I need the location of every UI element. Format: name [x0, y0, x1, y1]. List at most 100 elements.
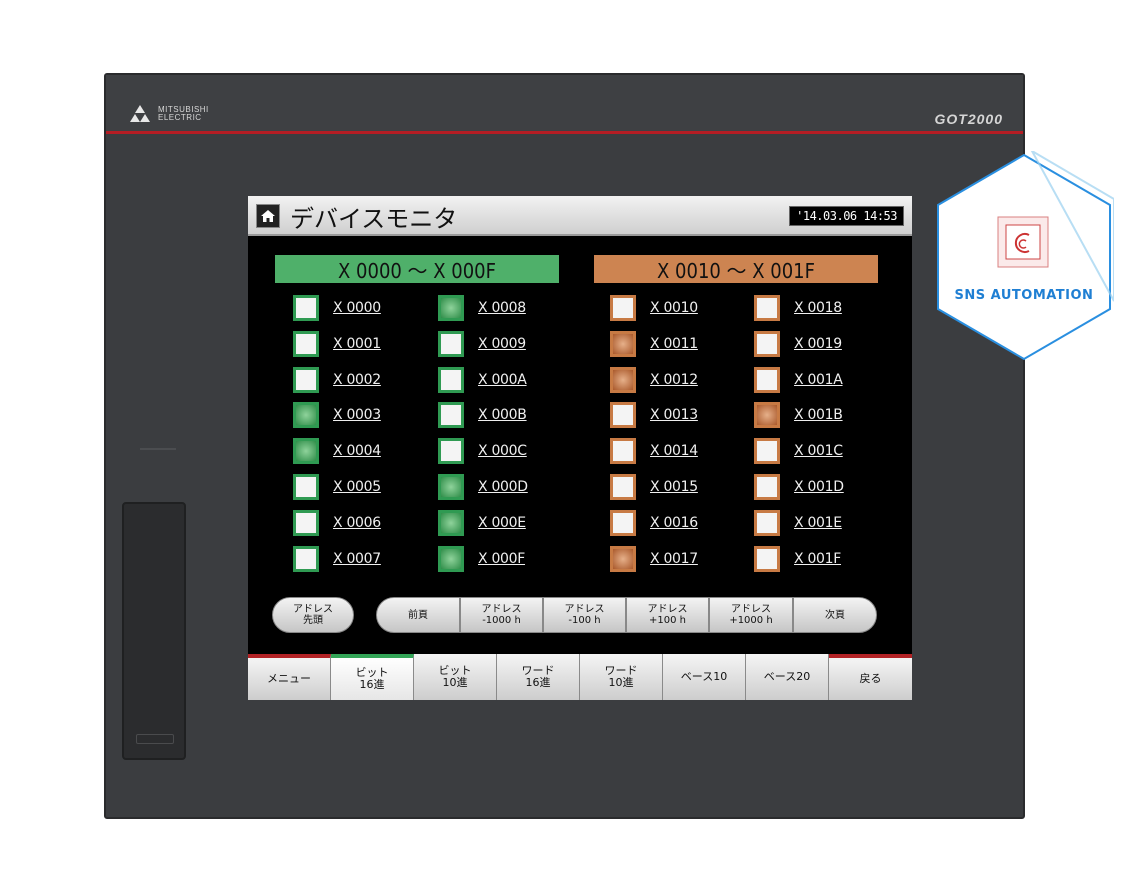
device-status-lamp[interactable]	[293, 546, 319, 572]
device-row[interactable]: X 0006	[293, 510, 381, 536]
device-address-label[interactable]: X 000B	[478, 407, 527, 423]
address-plus-1000h-button[interactable]: アドレス +1000 h	[709, 597, 793, 633]
device-status-lamp[interactable]	[754, 510, 780, 536]
device-address-label[interactable]: X 001A	[794, 372, 843, 388]
device-status-lamp[interactable]	[293, 402, 319, 428]
device-row[interactable]: X 001C	[754, 438, 843, 464]
device-row[interactable]: X 0010	[610, 295, 698, 321]
device-row[interactable]: X 0019	[754, 331, 842, 357]
device-row[interactable]: X 0013	[610, 402, 698, 428]
device-status-lamp[interactable]	[610, 331, 636, 357]
tab-base-10[interactable]: ベース10	[663, 654, 746, 700]
device-row[interactable]: X 000C	[438, 438, 527, 464]
device-row[interactable]: X 001E	[754, 510, 842, 536]
device-status-lamp[interactable]	[293, 367, 319, 393]
device-status-lamp[interactable]	[610, 438, 636, 464]
device-status-lamp[interactable]	[610, 402, 636, 428]
device-row[interactable]: X 0009	[438, 331, 526, 357]
device-row[interactable]: X 001F	[754, 546, 841, 572]
device-address-label[interactable]: X 0015	[650, 479, 698, 495]
tab-back[interactable]: 戻る	[829, 654, 912, 700]
device-row[interactable]: X 0018	[754, 295, 842, 321]
device-address-label[interactable]: X 0002	[333, 372, 381, 388]
device-address-label[interactable]: X 001E	[794, 515, 842, 531]
device-row[interactable]: X 0012	[610, 367, 698, 393]
device-address-label[interactable]: X 0008	[478, 300, 526, 316]
device-address-label[interactable]: X 0016	[650, 515, 698, 531]
address-top-button[interactable]: アドレス 先頭	[272, 597, 354, 633]
tab-menu[interactable]: メニュー	[248, 654, 331, 700]
device-row[interactable]: X 000E	[438, 510, 526, 536]
device-row[interactable]: X 001A	[754, 367, 843, 393]
address-minus-100h-button[interactable]: アドレス -100 h	[543, 597, 626, 633]
device-address-label[interactable]: X 001C	[794, 443, 843, 459]
device-status-lamp[interactable]	[754, 474, 780, 500]
device-row[interactable]: X 001D	[754, 474, 844, 500]
device-status-lamp[interactable]	[438, 402, 464, 428]
device-address-label[interactable]: X 000C	[478, 443, 527, 459]
device-address-label[interactable]: X 001D	[794, 479, 844, 495]
device-status-lamp[interactable]	[754, 402, 780, 428]
device-status-lamp[interactable]	[610, 546, 636, 572]
device-status-lamp[interactable]	[438, 438, 464, 464]
device-address-label[interactable]: X 0005	[333, 479, 381, 495]
device-address-label[interactable]: X 0019	[794, 336, 842, 352]
device-row[interactable]: X 0004	[293, 438, 381, 464]
device-status-lamp[interactable]	[438, 295, 464, 321]
device-row[interactable]: X 0011	[610, 331, 698, 357]
device-address-label[interactable]: X 0018	[794, 300, 842, 316]
device-address-label[interactable]: X 000E	[478, 515, 526, 531]
device-address-label[interactable]: X 0006	[333, 515, 381, 531]
device-row[interactable]: X 000F	[438, 546, 525, 572]
prev-page-button[interactable]: 前頁	[376, 597, 460, 633]
device-row[interactable]: X 000D	[438, 474, 528, 500]
device-row[interactable]: X 0005	[293, 474, 381, 500]
device-status-lamp[interactable]	[438, 367, 464, 393]
device-status-lamp[interactable]	[293, 510, 319, 536]
device-address-label[interactable]: X 001F	[794, 551, 841, 567]
device-status-lamp[interactable]	[438, 546, 464, 572]
device-row[interactable]: X 0000	[293, 295, 381, 321]
device-address-label[interactable]: X 000F	[478, 551, 525, 567]
device-row[interactable]: X 0003	[293, 402, 381, 428]
device-address-label[interactable]: X 0014	[650, 443, 698, 459]
device-row[interactable]: X 0015	[610, 474, 698, 500]
device-row[interactable]: X 001B	[754, 402, 843, 428]
device-row[interactable]: X 0008	[438, 295, 526, 321]
device-address-label[interactable]: X 0012	[650, 372, 698, 388]
device-address-label[interactable]: X 0004	[333, 443, 381, 459]
address-plus-100h-button[interactable]: アドレス +100 h	[626, 597, 709, 633]
device-row[interactable]: X 0017	[610, 546, 698, 572]
device-address-label[interactable]: X 0007	[333, 551, 381, 567]
device-row[interactable]: X 0002	[293, 367, 381, 393]
device-status-lamp[interactable]	[754, 438, 780, 464]
device-address-label[interactable]: X 0013	[650, 407, 698, 423]
device-address-label[interactable]: X 0001	[333, 336, 381, 352]
device-status-lamp[interactable]	[293, 474, 319, 500]
device-row[interactable]: X 0007	[293, 546, 381, 572]
device-status-lamp[interactable]	[610, 474, 636, 500]
device-row[interactable]: X 000B	[438, 402, 527, 428]
device-address-label[interactable]: X 001B	[794, 407, 843, 423]
tab-word-dec[interactable]: ワード 10進	[580, 654, 663, 700]
device-row[interactable]: X 0001	[293, 331, 381, 357]
device-address-label[interactable]: X 000A	[478, 372, 527, 388]
device-status-lamp[interactable]	[293, 295, 319, 321]
device-status-lamp[interactable]	[293, 331, 319, 357]
device-row[interactable]: X 0014	[610, 438, 698, 464]
device-address-label[interactable]: X 0011	[650, 336, 698, 352]
device-status-lamp[interactable]	[754, 295, 780, 321]
device-status-lamp[interactable]	[438, 331, 464, 357]
device-row[interactable]: X 000A	[438, 367, 527, 393]
tab-bit-dec[interactable]: ビット 10進	[414, 654, 497, 700]
device-status-lamp[interactable]	[610, 510, 636, 536]
device-status-lamp[interactable]	[754, 331, 780, 357]
device-address-label[interactable]: X 0000	[333, 300, 381, 316]
device-status-lamp[interactable]	[438, 474, 464, 500]
tab-bit-hex[interactable]: ビット 16進	[331, 654, 414, 700]
device-status-lamp[interactable]	[754, 546, 780, 572]
device-address-label[interactable]: X 0003	[333, 407, 381, 423]
address-minus-1000h-button[interactable]: アドレス -1000 h	[460, 597, 543, 633]
device-address-label[interactable]: X 0009	[478, 336, 526, 352]
device-status-lamp[interactable]	[438, 510, 464, 536]
